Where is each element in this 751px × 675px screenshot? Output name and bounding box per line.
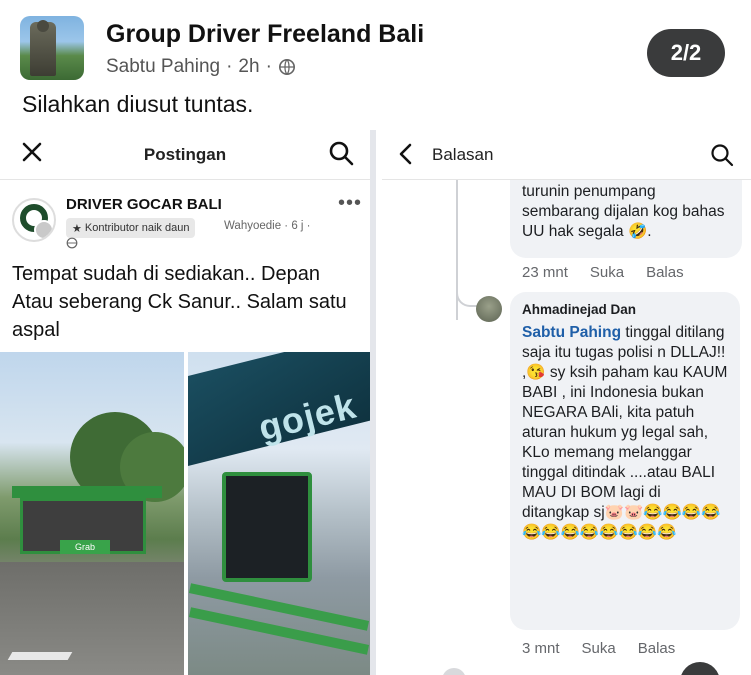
reply-time: 23 mnt	[522, 264, 568, 281]
chevron-left-icon[interactable]	[396, 142, 416, 166]
photo-grab-shelter[interactable]: Grab	[0, 352, 184, 675]
image-pager-badge: 2/2	[647, 29, 725, 77]
facebook-post: Group Driver Freeland Bali Sabtu Pahing …	[0, 0, 751, 675]
more-options-icon[interactable]: •••	[338, 192, 362, 215]
page-name[interactable]: DRIVER GOCAR BALI	[66, 196, 222, 213]
star-icon: ★	[72, 222, 82, 235]
post-caption: Silahkan diusut tuntas.	[22, 91, 254, 117]
reply-link[interactable]: Balas	[646, 264, 684, 281]
author-time: Wahyoedie · 6 j ·	[224, 220, 311, 232]
author-name[interactable]: Sabtu Pahing	[106, 56, 220, 78]
reply-text: turunin penumpang sembarang dijalan kog …	[522, 183, 725, 240]
globe-icon	[278, 58, 295, 76]
commenter-name[interactable]: Ahmadinejad Dan	[522, 300, 728, 320]
search-icon[interactable]	[710, 143, 734, 167]
badge-label: Kontributor naik daun	[84, 222, 190, 234]
reply-link[interactable]: Balas	[638, 640, 676, 657]
reply-actions: 3 mnt Suka Balas	[522, 640, 675, 657]
reply-bubble: Ahmadinejad Dan Sabtu Pahing tinggal dit…	[510, 292, 740, 630]
post-text: Tempat sudah di sediakan.. Depan Atau se…	[12, 263, 347, 341]
photo-gojek-shelter[interactable]: gojek	[188, 352, 370, 675]
meta-separator: ·	[265, 56, 272, 77]
search-icon[interactable]	[328, 140, 354, 166]
reply-actions: 23 mnt Suka Balas	[522, 264, 684, 281]
grab-sign: Grab	[74, 542, 95, 552]
post-topbar: Postingan	[0, 130, 370, 180]
post-meta: Sabtu Pahing · 2h ·	[106, 56, 296, 78]
topbar-title: Postingan	[143, 145, 227, 164]
like-link[interactable]: Suka	[590, 264, 624, 281]
group-name[interactable]: Group Driver Freeland Bali	[106, 20, 424, 49]
post-time[interactable]: 2h	[238, 56, 259, 78]
commenter-avatar[interactable]	[476, 296, 502, 322]
meta-separator: ·	[226, 56, 233, 77]
reply-time: 3 mnt	[522, 640, 560, 657]
group-avatar[interactable]	[20, 16, 84, 80]
replies-topbar: Balasan	[382, 130, 751, 180]
embedded-screenshot-post: Postingan DRIVER GOCAR BALI ★ Kontributo…	[0, 130, 376, 675]
page-avatar[interactable]	[12, 198, 56, 242]
contributor-badge: ★ Kontributor naik daun	[66, 218, 196, 238]
topbar-title: Balasan	[432, 145, 494, 164]
post-header: Group Driver Freeland Bali Sabtu Pahing …	[0, 0, 751, 130]
avatar	[442, 668, 466, 675]
avatar	[680, 662, 720, 675]
reply-bubble: turunin penumpang sembarang dijalan kog …	[510, 168, 742, 258]
like-link[interactable]: Suka	[582, 640, 616, 657]
reply-text: tinggal ditilang saja itu tugas polisi n…	[522, 324, 728, 541]
mention-link[interactable]: Sabtu Pahing	[522, 324, 621, 341]
embedded-screenshot-replies: turunin penumpang sembarang dijalan kog …	[382, 130, 751, 675]
globe-icon	[66, 237, 78, 249]
